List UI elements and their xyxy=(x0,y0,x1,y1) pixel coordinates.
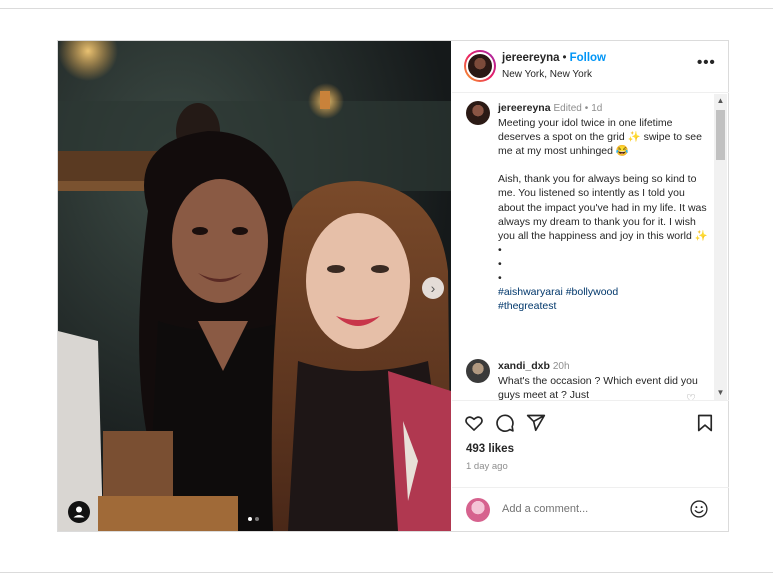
add-comment-input[interactable] xyxy=(502,499,682,519)
caption-author-avatar[interactable] xyxy=(466,101,490,125)
bookmark-icon[interactable] xyxy=(695,413,715,438)
caption-age[interactable]: 1d xyxy=(591,103,602,114)
commenter-avatar[interactable] xyxy=(466,359,490,383)
scroll-thumb[interactable] xyxy=(716,110,725,160)
post-timestamp[interactable]: 1 day ago xyxy=(466,461,508,472)
caption-hashtags-2[interactable]: #thegreatest xyxy=(498,299,712,313)
heart-icon[interactable] xyxy=(464,413,484,438)
comment-text: What's the occasion ? Which event did yo… xyxy=(498,375,698,401)
post-card: › jereereyna • Follow New York, New York •… xyxy=(57,40,729,532)
caption-dot: • xyxy=(498,257,502,270)
scroll-up-arrow[interactable]: ▲ xyxy=(714,96,727,105)
top-divider xyxy=(0,0,773,9)
comment-like-icon[interactable]: ♡ xyxy=(686,392,696,400)
header-bullet: • xyxy=(562,52,567,64)
bottom-divider xyxy=(0,572,773,573)
likes-count[interactable]: 493 likes xyxy=(466,443,514,455)
caption-dot: • xyxy=(498,272,502,285)
caption-dot: • xyxy=(498,243,502,256)
smiley-icon[interactable] xyxy=(689,499,709,524)
post-header: jereereyna • Follow New York, New York ••• xyxy=(452,41,729,93)
carousel-dots xyxy=(248,517,259,521)
caption-line-1: Meeting your idol twice in one lifetime … xyxy=(498,117,702,158)
author-username[interactable]: jereereyna xyxy=(502,52,560,64)
paper-plane-icon[interactable] xyxy=(526,413,546,438)
comment-icon[interactable] xyxy=(495,413,515,438)
post-sidebar: jereereyna • Follow New York, New York •••… xyxy=(452,41,729,531)
carousel-dot xyxy=(255,517,259,521)
scroll-down-arrow[interactable]: ▼ xyxy=(714,388,727,397)
next-photo-button[interactable]: › xyxy=(422,277,444,299)
caption-edited: Edited xyxy=(553,103,582,114)
comments-panel[interactable]: jereereyna Edited • 1d Meeting your idol… xyxy=(452,94,729,401)
caption-gap xyxy=(498,158,712,172)
more-options-icon[interactable]: ••• xyxy=(697,54,716,71)
commenter-username[interactable]: xandi_dxb xyxy=(498,360,550,372)
caption-line-2: Aish, thank you for always being so kind… xyxy=(498,173,708,242)
user-tag-icon[interactable] xyxy=(68,501,90,523)
post-photo[interactable]: › xyxy=(58,41,451,531)
caption-username[interactable]: jereereyna xyxy=(498,102,551,114)
carousel-dot xyxy=(248,517,252,521)
author-header-line: jereereyna • Follow xyxy=(502,52,606,64)
add-comment-row xyxy=(452,487,729,531)
author-avatar[interactable] xyxy=(464,50,496,82)
post-location[interactable]: New York, New York xyxy=(502,69,592,80)
action-bar xyxy=(452,403,729,439)
caption-bullet: • xyxy=(584,103,589,114)
comments-scrollbar[interactable]: ▲ ▼ xyxy=(714,94,727,400)
comment-item: xandi_dxb 20h What's the occasion ? Whic… xyxy=(498,359,712,401)
comment-age: 20h xyxy=(552,361,570,372)
caption: jereereyna Edited • 1d Meeting your idol… xyxy=(498,101,712,313)
photo-image xyxy=(58,41,451,531)
current-user-avatar xyxy=(466,498,490,522)
follow-button[interactable]: Follow xyxy=(570,52,606,64)
caption-hashtags-1[interactable]: #aishwaryarai #bollywood xyxy=(498,285,712,299)
